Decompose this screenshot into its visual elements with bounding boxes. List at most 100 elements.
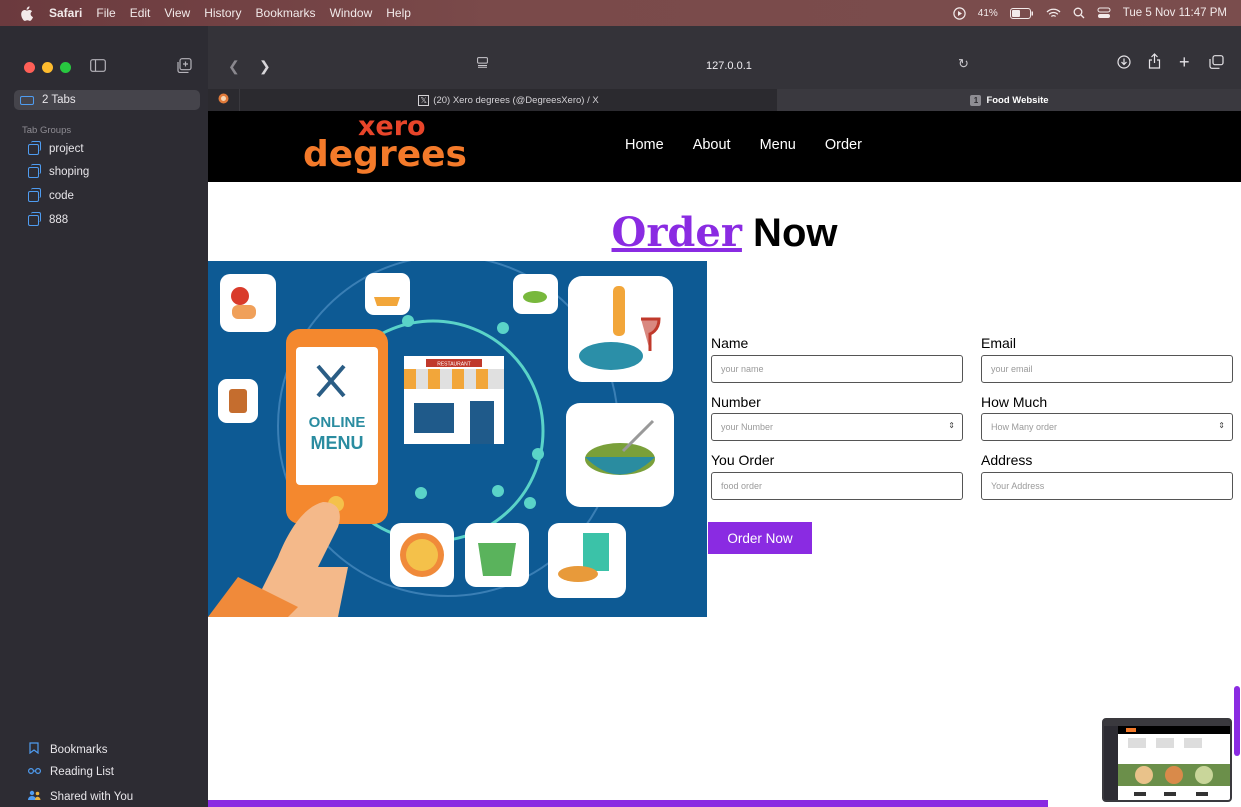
site-nav: Home About Menu Order [625,137,862,153]
nav-menu[interactable]: Menu [760,137,796,153]
wifi-icon[interactable] [1046,8,1061,19]
sidebar-shared-label: Shared with You [50,790,134,803]
x-logo-icon: 𝕏 [418,94,430,106]
sidebar-toggle-icon[interactable] [90,59,106,75]
order-field[interactable]: food order [711,472,963,500]
tab-group-code[interactable]: code [28,187,74,202]
sidebar-reading-list[interactable]: Reading List [27,766,114,778]
order-now-button[interactable]: Order Now [708,522,812,554]
scrollbar-thumb[interactable] [1234,686,1240,756]
number-label: Number [711,394,761,410]
address-field[interactable]: Your Address [981,472,1233,500]
nav-about[interactable]: About [693,137,731,153]
screenshot-preview-thumbnail[interactable] [1102,718,1232,802]
stepper-icon[interactable]: ⇕ [948,421,955,430]
page-settings-icon[interactable] [477,57,488,71]
sidebar-bookmarks-label: Bookmarks [50,743,108,756]
tab-bar: 𝕏 (20) Xero degrees (@DegreesXero) / X ×… [208,89,1241,111]
downloads-icon[interactable] [1117,55,1131,73]
safari-sidebar: 2 Tabs Tab Groups project shoping code 8… [0,26,208,807]
bookmark-icon [28,742,40,757]
number-field[interactable]: your Number ⇕ [711,413,963,441]
new-tab-group-icon[interactable] [177,58,192,76]
address-label: Address [981,452,1033,468]
tab-groups-heading: Tab Groups [22,125,72,136]
close-window-button[interactable] [24,62,35,73]
control-center-icon[interactable] [1097,7,1111,19]
new-tab-icon[interactable]: + [1179,52,1190,73]
minimize-window-button[interactable] [42,62,53,73]
tab-pinned[interactable] [208,89,240,111]
menu-clock[interactable]: Tue 5 Nov 11:47 PM [1123,7,1227,19]
nav-order[interactable]: Order [825,137,862,153]
apple-icon[interactable] [17,4,35,22]
tab-group-icon [28,140,41,155]
tab-group-icon [28,187,41,202]
logo-degrees[interactable]: degrees [303,134,467,175]
tabs-count-label: 2 Tabs [42,94,76,106]
tab-group-icon [28,163,41,178]
page-title-rest: Now [741,211,838,255]
menu-edit[interactable]: Edit [130,6,151,20]
menu-help[interactable]: Help [386,6,411,20]
share-icon[interactable] [1148,53,1161,73]
tab-x-profile[interactable]: 𝕏 (20) Xero degrees (@DegreesXero) / X × [240,89,784,111]
order-placeholder: food order [721,481,763,491]
tab-group-project[interactable]: project [28,140,84,155]
menu-app-name[interactable]: Safari [49,6,82,20]
how-much-stepper[interactable]: How Many order ⇕ [981,413,1233,441]
sidebar-shared-with-you[interactable]: Shared with You [28,790,133,803]
email-placeholder: your email [991,364,1033,374]
browser-toolbar [208,26,1241,89]
tab-group-label: 888 [49,214,69,226]
tab-group-shoping[interactable]: shoping [28,163,90,178]
zoom-window-button[interactable] [60,62,71,73]
glasses-icon [27,766,42,778]
nav-home[interactable]: Home [625,137,664,153]
tab-group-label: shoping [49,166,90,178]
reload-icon[interactable]: ↻ [958,56,969,72]
name-field[interactable]: your name [711,355,963,383]
number-placeholder: your Number [721,422,774,432]
stepper-icon[interactable]: ⇕ [1218,421,1225,430]
page-title-accent[interactable]: Order [612,209,742,256]
email-label: Email [981,335,1017,351]
tab-group-888[interactable]: 888 [28,211,69,226]
back-icon[interactable]: ❮ [228,58,240,75]
how-much-placeholder: How Many order [991,422,1058,432]
name-label: Name [711,335,749,351]
menu-view[interactable]: View [164,6,190,20]
tab-title: Food Website [986,94,1049,106]
menu-history[interactable]: History [204,6,241,20]
page-footer-bar [208,800,1048,807]
forward-icon[interactable]: ❯ [259,58,271,75]
web-content: xero degrees Home About Menu Order Order… [208,111,1241,807]
email-field[interactable]: your email [981,355,1233,383]
name-placeholder: your name [721,364,764,374]
hero-sign-text: RESTAURANT [437,362,471,368]
menu-file[interactable]: File [96,6,115,20]
tab-group-label: project [49,143,84,155]
play-icon[interactable] [953,6,966,20]
sidebar-bookmarks[interactable]: Bookmarks [28,742,108,757]
search-icon[interactable] [1073,7,1085,19]
battery-icon[interactable] [1009,7,1034,19]
how-much-label: How Much [981,394,1048,410]
menu-window[interactable]: Window [330,6,373,20]
tabs-count-item[interactable]: 2 Tabs [14,90,200,110]
sidebar-reading-list-label: Reading List [50,766,114,778]
laptop-icon [20,95,34,105]
tab-food-website[interactable]: 1 Food Website [778,89,1241,111]
tab-group-label: code [49,190,74,202]
site-header: xero degrees Home About Menu Order [208,111,1241,182]
tab-overview-icon[interactable] [1209,55,1224,73]
address-bar[interactable]: 127.0.0.1 [706,60,752,72]
menu-bookmarks[interactable]: Bookmarks [256,6,316,20]
online-menu-illustration: RESTAURANT ONLINE MENU [208,261,707,617]
hero-menu-text: MENU [311,433,364,453]
battery-percent: 41% [977,7,998,19]
tab-number-badge: 1 [970,94,982,106]
page-title: Order Now [208,209,1241,256]
order-label: You Order [711,452,775,468]
site-favicon-icon [218,93,229,107]
